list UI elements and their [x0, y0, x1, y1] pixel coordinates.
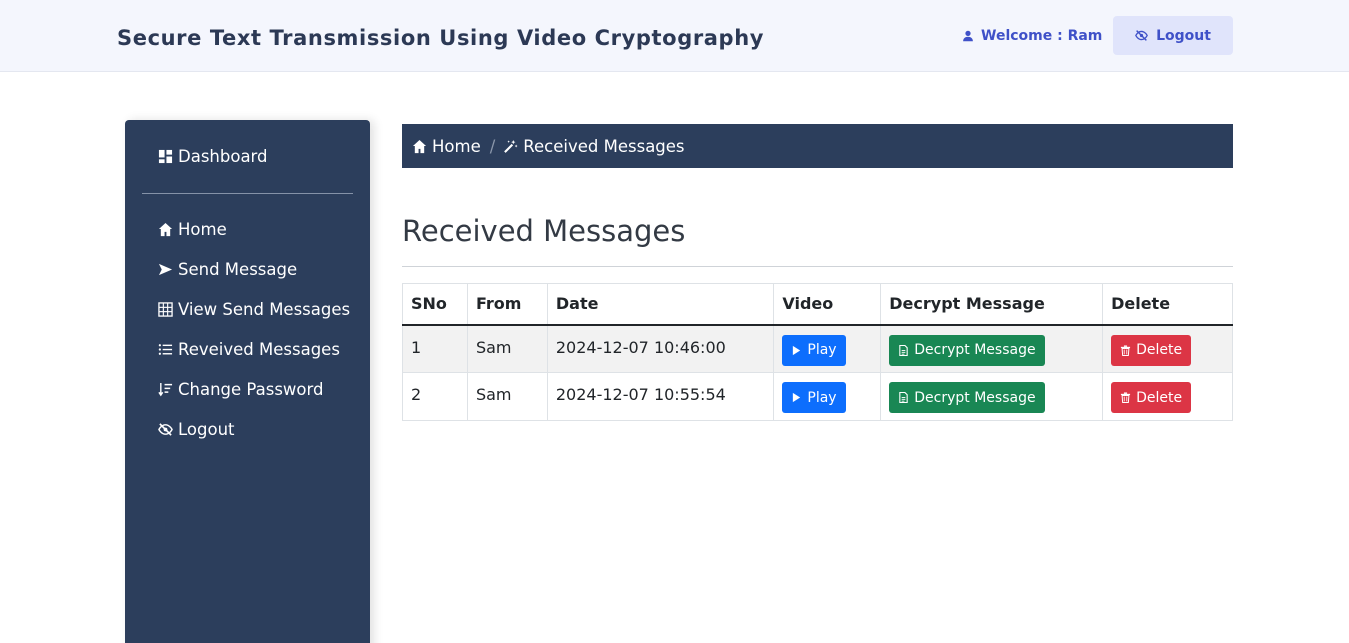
- cell-video: Play: [773, 372, 882, 421]
- table-header-row: SNo From Date Video Decrypt Message Dele…: [402, 283, 1233, 326]
- cell-sno: 1: [402, 324, 468, 373]
- welcome-text: Welcome : Ram: [981, 28, 1103, 44]
- cell-video: Play: [773, 324, 882, 373]
- cell-date: 2024-12-07 10:46:00: [546, 324, 775, 373]
- cell-sno: 2: [402, 372, 468, 421]
- decrypt-label: Decrypt Message: [914, 342, 1036, 358]
- cell-from: Sam: [466, 372, 548, 421]
- play-label: Play: [807, 389, 837, 406]
- column-header-decrypt: Decrypt Message: [880, 283, 1104, 326]
- title-divider: [402, 266, 1233, 267]
- sidebar-item-label: Change Password: [178, 380, 324, 399]
- column-header-video: Video: [773, 283, 882, 326]
- column-header-sno: SNo: [402, 283, 468, 326]
- eye-slash-icon: [158, 423, 173, 436]
- cell-delete: Delete: [1102, 324, 1233, 373]
- cell-date: 2024-12-07 10:55:54: [546, 372, 775, 421]
- header-logout-label: Logout: [1156, 27, 1211, 44]
- send-icon: [158, 263, 173, 276]
- breadcrumb-current-label: Received Messages: [523, 136, 685, 156]
- column-header-delete: Delete: [1102, 283, 1233, 326]
- top-header: Secure Text Transmission Using Video Cry…: [0, 0, 1349, 72]
- sidebar-item-send-message[interactable]: Send Message: [158, 260, 297, 279]
- sidebar-item-label: Home: [178, 220, 227, 239]
- table-row: 1 Sam 2024-12-07 10:46:00 Play Decrypt M…: [402, 324, 1233, 373]
- sidebar-item-label: View Send Messages: [178, 300, 351, 319]
- decrypt-label: Decrypt Message: [914, 389, 1036, 406]
- breadcrumb-separator: /: [489, 136, 496, 156]
- welcome-user: Welcome : Ram: [962, 28, 1102, 44]
- decrypt-message-button[interactable]: Decrypt Message: [889, 334, 1045, 366]
- decrypt-message-button[interactable]: Decrypt Message: [889, 382, 1045, 413]
- header-logout-button[interactable]: Logout: [1113, 16, 1233, 55]
- column-header-date: Date: [546, 283, 775, 326]
- delete-label: Delete: [1136, 389, 1183, 406]
- dashboard-icon: [158, 149, 173, 164]
- play-icon: [793, 345, 801, 355]
- home-icon: [412, 139, 427, 153]
- breadcrumb-home[interactable]: Home: [412, 137, 481, 156]
- trash-icon: [1120, 344, 1131, 356]
- sidebar-item-label: Send Message: [178, 260, 298, 279]
- table-row: 2 Sam 2024-12-07 10:55:54 Play Decrypt M…: [402, 372, 1233, 421]
- sidebar-item-change-password[interactable]: Change Password: [158, 380, 324, 399]
- breadcrumb: Home / Received Messages: [402, 124, 1233, 168]
- cell-from: Sam: [466, 324, 548, 373]
- cell-decrypt: Decrypt Message: [880, 324, 1104, 373]
- delete-button[interactable]: Delete: [1111, 334, 1192, 366]
- sidebar-item-label: Dashboard: [178, 147, 268, 166]
- sidebar-item-dashboard[interactable]: Dashboard: [158, 147, 268, 166]
- sidebar-item-label: Reveived Messages: [178, 340, 340, 359]
- file-icon: [899, 392, 908, 403]
- magic-wand-icon: [504, 139, 518, 153]
- sidebar: Dashboard Home Send Message View Send Me…: [125, 120, 370, 643]
- breadcrumb-home-label: Home: [432, 136, 481, 156]
- app-title: Secure Text Transmission Using Video Cry…: [117, 26, 765, 50]
- play-button[interactable]: Play: [782, 382, 846, 413]
- sidebar-divider: [142, 193, 353, 194]
- page-title: Received Messages: [402, 214, 686, 248]
- eye-slash-icon: [1135, 30, 1148, 41]
- home-icon: [158, 222, 173, 237]
- file-icon: [899, 344, 908, 356]
- sidebar-item-received-messages[interactable]: Reveived Messages: [158, 340, 340, 359]
- play-icon: [793, 392, 801, 403]
- sidebar-item-home[interactable]: Home: [158, 220, 227, 239]
- play-label: Play: [807, 342, 837, 358]
- delete-button[interactable]: Delete: [1111, 382, 1192, 413]
- play-button[interactable]: Play: [782, 334, 846, 366]
- delete-label: Delete: [1136, 342, 1183, 358]
- received-messages-table: SNo From Date Video Decrypt Message Dele…: [402, 283, 1233, 421]
- sidebar-item-view-send-messages[interactable]: View Send Messages: [158, 300, 350, 319]
- breadcrumb-current: Received Messages: [503, 136, 685, 156]
- column-header-from: From: [466, 283, 548, 326]
- grid-icon: [158, 302, 173, 317]
- cell-decrypt: Decrypt Message: [880, 372, 1104, 421]
- cell-delete: Delete: [1102, 372, 1233, 421]
- sidebar-item-logout[interactable]: Logout: [158, 420, 235, 439]
- list-icon: [158, 344, 173, 355]
- sidebar-item-label: Logout: [178, 420, 235, 439]
- user-icon: [963, 30, 973, 42]
- sort-icon: [158, 382, 173, 397]
- trash-icon: [1120, 392, 1131, 403]
